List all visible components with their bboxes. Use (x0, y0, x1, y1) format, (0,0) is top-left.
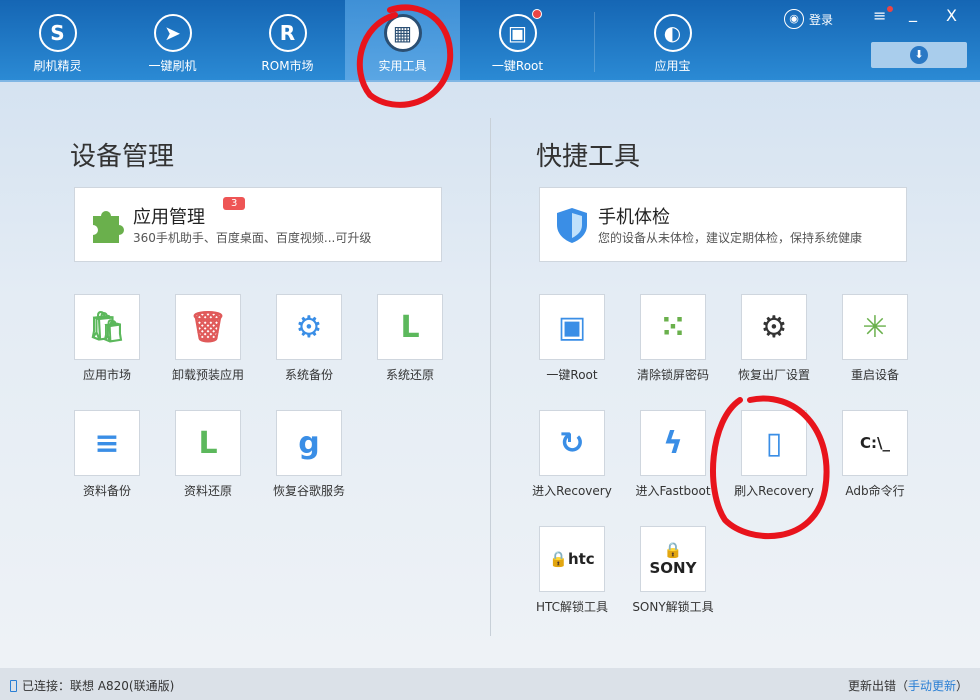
tool-right-5[interactable]: ϟ 进入Fastboot (628, 410, 718, 499)
tool-right-1[interactable]: ⁙ 清除锁屏密码 (628, 294, 718, 383)
tool-icon: ϟ (640, 410, 706, 476)
yingyongbao-icon: ◐ (653, 14, 692, 52)
tool-left-3[interactable]: L 系统还原 (365, 294, 455, 383)
phone-icon (10, 679, 17, 692)
tool-icon: C:\_ (842, 410, 908, 476)
card-subtitle: 您的设备从未体检，建议定期体检，保持系统健康 (598, 231, 863, 245)
tool-label: 进入Fastboot (635, 484, 711, 498)
tool-icon: ✳ (842, 294, 908, 360)
tool-left-0[interactable]: 🛍 应用市场 (62, 294, 152, 383)
tool-icon: ▯ (741, 410, 807, 476)
card-title: 手机体检 (598, 207, 670, 228)
tool-right-0[interactable]: ▣ 一键Root (527, 294, 617, 383)
tool-left-2[interactable]: ⚙ 系统备份 (264, 294, 354, 383)
card-subtitle: 360手机助手、百度桌面、百度视频...可升级 (133, 231, 372, 245)
close-button[interactable]: X (946, 6, 957, 25)
tab-2[interactable]: R ROM市场 (230, 0, 345, 80)
section-divider (490, 118, 491, 636)
tab-label: ROM市场 (261, 59, 314, 73)
login-label: 登录 (809, 12, 834, 27)
tool-label: 系统还原 (385, 368, 434, 382)
manual-update-link[interactable]: 手动更新 (908, 679, 956, 693)
tool-icon: ≡ (74, 410, 140, 476)
tool-label: 资料备份 (82, 484, 131, 498)
tool-label: 清除锁屏密码 (636, 368, 709, 382)
tab-label: 刷机精灵 (33, 59, 82, 73)
tool-right-3[interactable]: ✳ 重启设备 (830, 294, 920, 383)
notification-dot (532, 9, 542, 19)
android-icon: ▣ (498, 14, 537, 52)
tool-label: 进入Recovery (532, 484, 612, 498)
nav-separator (594, 12, 595, 72)
tool-label: 系统备份 (284, 368, 333, 382)
tool-icon: L (175, 410, 241, 476)
tool-label: 一键Root (546, 368, 598, 382)
tool-right-4[interactable]: ↻ 进入Recovery (527, 410, 617, 499)
tab-label: 应用宝 (654, 59, 691, 73)
tab-label: 一键Root (491, 59, 544, 73)
qq-avatar-icon: ◉ (784, 9, 804, 29)
tool-label: 刷入Recovery (734, 484, 814, 498)
cursor-icon: ➤ (153, 14, 192, 52)
rom-r-icon: R (268, 14, 307, 52)
puzzle-icon (93, 211, 124, 243)
tool-label: 资料还原 (183, 484, 232, 498)
tab-5[interactable]: ◐ 应用宝 (615, 0, 730, 80)
tab-label: 实用工具 (378, 59, 427, 73)
tool-right-6[interactable]: ▯ 刷入Recovery (729, 410, 819, 499)
shield-s-icon: S (38, 14, 77, 52)
tab-1[interactable]: ➤ 一键刷机 (115, 0, 230, 80)
tool-left-5[interactable]: L 资料还原 (163, 410, 253, 499)
app-management-card[interactable]: 应用管理 3 360手机助手、百度桌面、百度视频...可升级 (74, 187, 442, 262)
device-management-title: 设备管理 (70, 142, 175, 172)
tool-right-9[interactable]: 🔒SONY SONY解锁工具 (628, 526, 718, 615)
tool-label: Adb命令行 (845, 484, 905, 498)
tool-icon: 🔒SONY (640, 526, 706, 592)
tool-label: 恢复谷歌服务 (272, 484, 345, 498)
update-error-text: 更新出错（ (847, 679, 908, 693)
minimize-button[interactable]: _ (909, 3, 917, 22)
tool-icon: ▣ (539, 294, 605, 360)
tool-icon: ↻ (539, 410, 605, 476)
update-count-badge: 3 (223, 197, 246, 210)
tool-icon: ⚙ (276, 294, 342, 360)
connection-status: 已连接：联想 A820(联通版) (22, 679, 175, 693)
tool-icon: 🔒htc (539, 526, 605, 592)
menu-button[interactable]: ≡ (873, 6, 886, 25)
tool-icon: L (377, 294, 443, 360)
tool-left-6[interactable]: g 恢复谷歌服务 (264, 410, 354, 499)
login-button[interactable]: ◉ 登录 (784, 9, 833, 29)
tool-icon: ⚙ (741, 294, 807, 360)
quick-tools-title: 快捷工具 (536, 142, 641, 172)
tool-right-8[interactable]: 🔒htc HTC解锁工具 (527, 526, 617, 615)
tool-left-4[interactable]: ≡ 资料备份 (62, 410, 152, 499)
tool-icon: ⁙ (640, 294, 706, 360)
tool-label: 应用市场 (82, 368, 131, 382)
tool-label: 恢复出厂设置 (737, 368, 810, 382)
tool-label: HTC解锁工具 (535, 600, 609, 614)
download-button[interactable]: ⬇ (871, 42, 967, 68)
tool-right-2[interactable]: ⚙ 恢复出厂设置 (729, 294, 819, 383)
status-bar: 已连接：联想 A820(联通版) 更新出错（手动更新） (0, 668, 980, 700)
tool-icon: g (276, 410, 342, 476)
tool-label: 卸载预装应用 (171, 368, 244, 382)
paren: ） (955, 679, 968, 693)
card-title: 应用管理 (133, 207, 205, 228)
menu-notification-dot (887, 6, 893, 12)
tool-label: 重启设备 (850, 368, 899, 382)
tab-label: 一键刷机 (148, 59, 197, 73)
tool-label: SONY解锁工具 (632, 600, 714, 614)
tool-left-1[interactable]: 🗑 卸载预装应用 (163, 294, 253, 383)
tool-right-7[interactable]: C:\_ Adb命令行 (830, 410, 920, 499)
tool-icon: 🗑 (175, 294, 241, 360)
tab-3[interactable]: ▦ 实用工具 (345, 0, 460, 80)
grid-icon: ▦ (383, 14, 422, 52)
tab-0[interactable]: S 刷机精灵 (0, 0, 115, 80)
download-icon: ⬇ (910, 46, 928, 64)
tab-4[interactable]: ▣ 一键Root (460, 0, 575, 80)
tool-icon: 🛍 (74, 294, 140, 360)
phone-checkup-card[interactable]: 手机体检 您的设备从未体检，建议定期体检，保持系统健康 (539, 187, 907, 262)
shield-icon (557, 208, 587, 243)
